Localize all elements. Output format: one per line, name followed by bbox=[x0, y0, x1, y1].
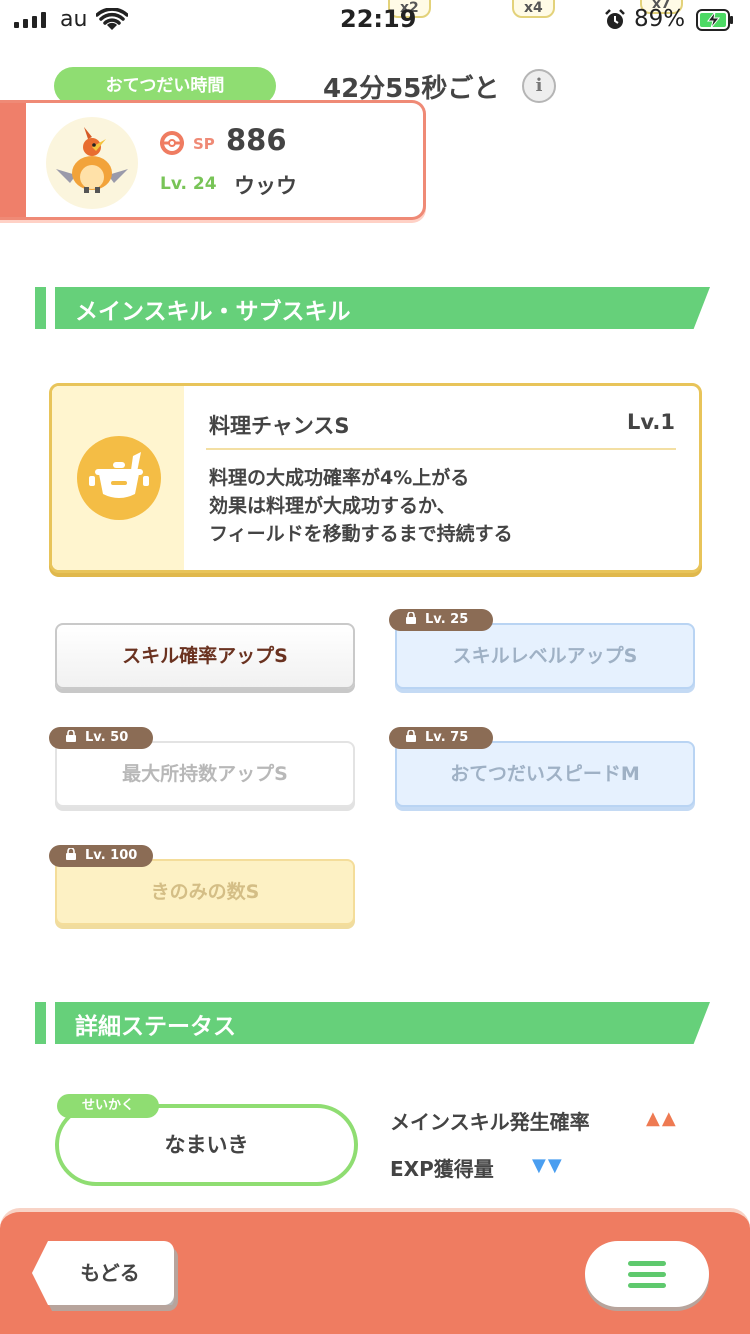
section-marker bbox=[35, 1002, 46, 1044]
battery-charging-icon bbox=[696, 9, 733, 31]
details-section-title: 詳細ステータス bbox=[75, 1014, 236, 1040]
lock-level: Lv. 75 bbox=[425, 730, 469, 745]
status-bar: au x2 x4 x7 22:19 89% bbox=[0, 0, 750, 40]
signal-icon bbox=[14, 12, 46, 28]
lock-badge-lv50: Lv. 50 bbox=[49, 727, 153, 749]
details-section-header: 詳細ステータス bbox=[35, 1002, 710, 1044]
lock-badge-lv75: Lv. 75 bbox=[389, 727, 493, 749]
subskill-helping-speed-m[interactable]: おてつだいスピードM bbox=[395, 741, 695, 807]
subskill-berry-finding-s[interactable]: きのみの数S bbox=[55, 859, 355, 925]
pokemon-card[interactable]: SP 886 Lv. 24 ウッウ bbox=[0, 100, 426, 220]
main-skill-divider bbox=[206, 448, 676, 450]
skills-section-title: メインスキル・サブスキル bbox=[75, 299, 351, 325]
menu-icon-line bbox=[628, 1272, 666, 1277]
pokemon-avatar bbox=[46, 117, 138, 209]
up-arrows-icon: ▲▲ bbox=[646, 1108, 678, 1129]
sp-value: 886 bbox=[226, 123, 287, 157]
menu-icon-line bbox=[628, 1283, 666, 1288]
wifi-icon bbox=[96, 8, 128, 30]
description-line: 効果は料理が大成功するか、 bbox=[209, 495, 456, 517]
subskill-inventory-up-s[interactable]: 最大所持数アップS bbox=[55, 741, 355, 807]
lock-icon bbox=[65, 728, 77, 742]
subskill-skill-trigger-up-s[interactable]: スキル確率アップS bbox=[55, 623, 355, 689]
description-line: フィールドを移動するまで持続する bbox=[209, 523, 513, 545]
section-marker bbox=[35, 287, 46, 329]
skills-section-header: メインスキル・サブスキル bbox=[35, 287, 710, 329]
subskill-skill-level-up-s[interactable]: スキルレベルアップS bbox=[395, 623, 695, 689]
clock-time: 22:19 bbox=[340, 5, 417, 33]
battery-percent: 89% bbox=[634, 6, 686, 32]
pokemon-level: Lv. 24 bbox=[160, 174, 217, 194]
back-button[interactable]: もどる bbox=[32, 1241, 174, 1305]
pokeball-sp-icon bbox=[160, 131, 184, 155]
main-skill-level: Lv.1 bbox=[627, 410, 675, 434]
carrier-label: au bbox=[60, 7, 88, 32]
lock-level: Lv. 50 bbox=[85, 730, 129, 745]
nature-effect-down: EXP獲得量 bbox=[390, 1157, 494, 1181]
lock-badge-lv25: Lv. 25 bbox=[389, 609, 493, 631]
menu-button[interactable] bbox=[585, 1241, 709, 1307]
down-arrows-icon: ▼▼ bbox=[532, 1155, 564, 1176]
main-skill-icon-bg bbox=[77, 436, 161, 520]
lock-level: Lv. 100 bbox=[85, 848, 138, 863]
lock-icon bbox=[65, 846, 77, 860]
pokemon-name: ウッウ bbox=[234, 174, 297, 198]
lock-level: Lv. 25 bbox=[425, 612, 469, 627]
menu-icon-line bbox=[628, 1261, 666, 1266]
nature-effect-up: メインスキル発生確率 bbox=[390, 1110, 590, 1134]
lock-badge-lv100: Lv. 100 bbox=[49, 845, 153, 867]
description-line: 料理の大成功確率が4%上がる bbox=[209, 467, 470, 489]
main-skill-name: 料理チャンスS bbox=[209, 414, 350, 438]
main-skill-icon-panel bbox=[52, 386, 184, 570]
sp-label: SP bbox=[193, 135, 215, 153]
peek-badge-x4: x4 bbox=[512, 0, 555, 18]
cramorant-icon bbox=[56, 127, 128, 193]
info-icon[interactable]: i bbox=[522, 69, 556, 103]
main-skill-description: 料理の大成功確率が4%上がる 効果は料理が大成功するか、 フィールドを移動するま… bbox=[209, 464, 513, 548]
lock-icon bbox=[405, 728, 417, 742]
lock-icon bbox=[405, 610, 417, 624]
alarm-icon bbox=[605, 9, 625, 29]
nature-tag: せいかく bbox=[57, 1094, 159, 1118]
card-stripe bbox=[0, 103, 26, 217]
cooking-pot-icon bbox=[89, 452, 149, 498]
main-skill-card[interactable]: 料理チャンスS Lv.1 料理の大成功確率が4%上がる 効果は料理が大成功するか… bbox=[49, 383, 702, 573]
